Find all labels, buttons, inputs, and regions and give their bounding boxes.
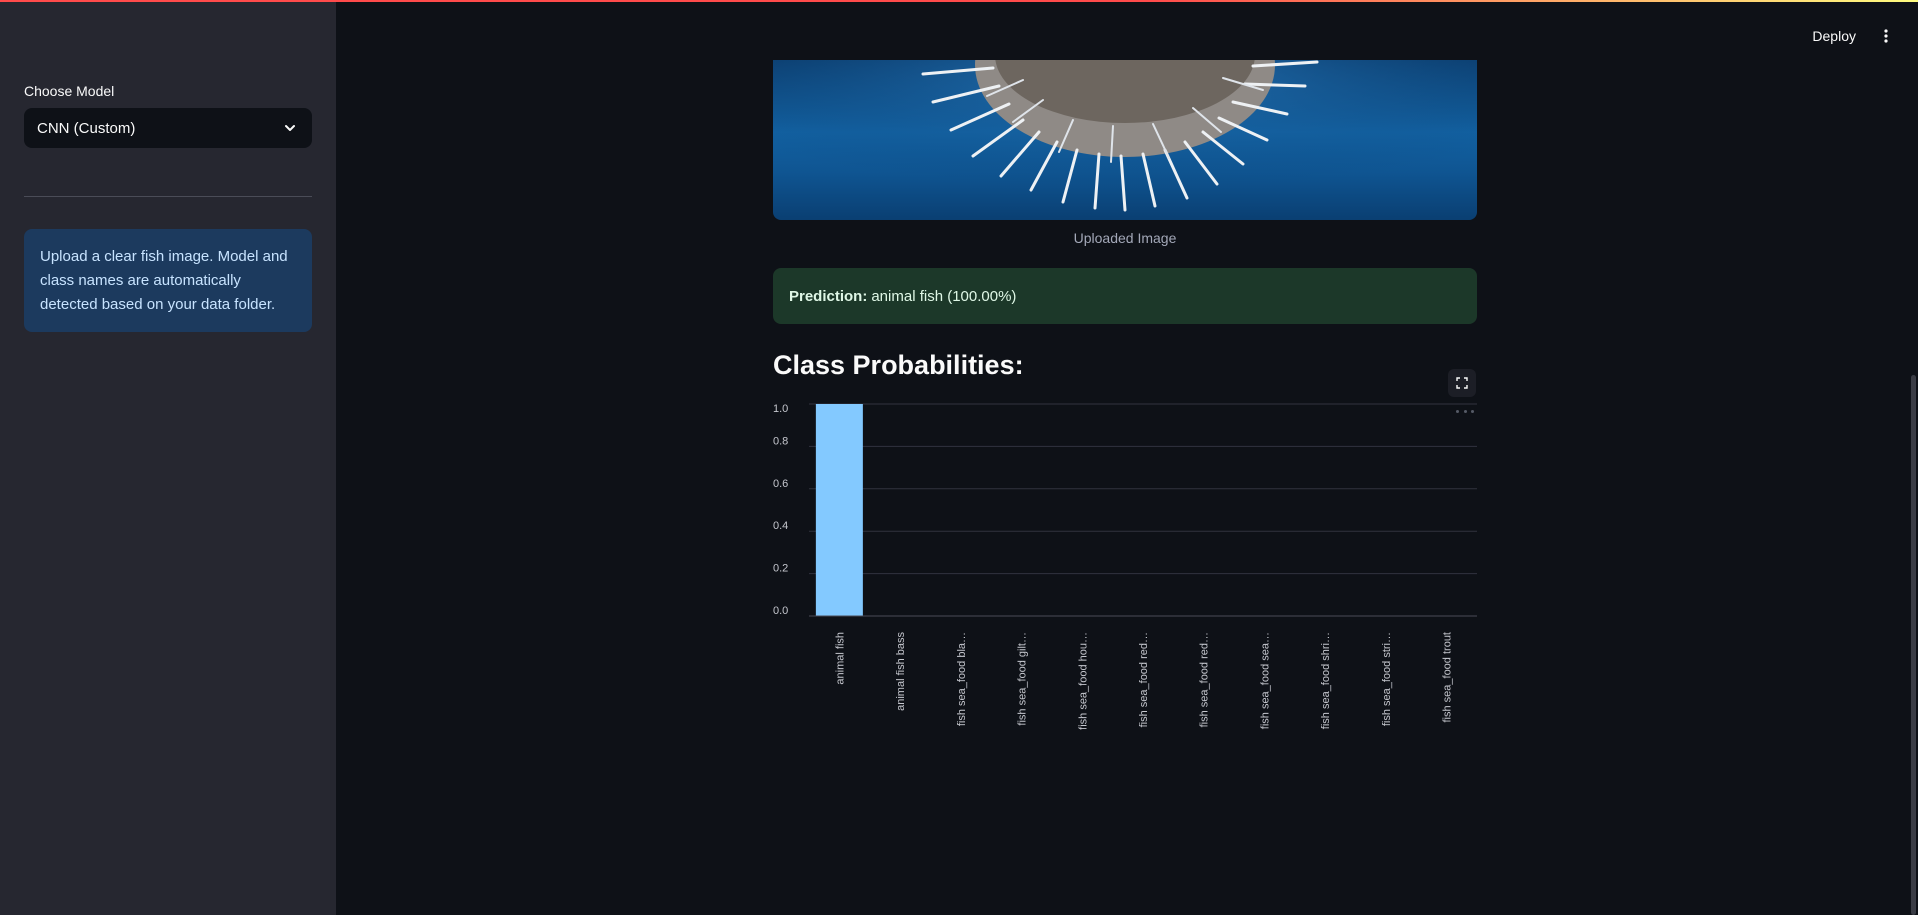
page-scrollbar[interactable]: [1911, 375, 1916, 915]
x-tick-label: fish sea_food gilt…: [1017, 632, 1029, 726]
prediction-value: animal fish (100.00%): [871, 287, 1017, 305]
bar-0[interactable]: [815, 404, 863, 616]
sidebar-divider: [24, 196, 312, 197]
y-tick-label: 0.2: [773, 563, 788, 575]
model-select[interactable]: CNN (Custom): [24, 108, 312, 148]
sidebar: Choose Model CNN (Custom) Upload a clear…: [0, 0, 336, 915]
top-decoration-bar: [0, 0, 1918, 2]
y-tick-label: 0.4: [773, 520, 788, 532]
fullscreen-icon: [1456, 377, 1468, 389]
x-tick-label: fish sea_food red…: [1138, 632, 1150, 727]
x-tick-label: fish sea_food trout: [1442, 632, 1454, 723]
header-actions: Deploy: [1738, 0, 1918, 72]
choose-model-label: Choose Model: [24, 83, 115, 99]
prediction-label: Prediction:: [789, 287, 868, 305]
class-probabilities-title: Class Probabilities:: [773, 350, 1024, 380]
x-tick-label: fish sea_food stri…: [1381, 632, 1393, 726]
x-tick-label: fish sea_food hou…: [1077, 632, 1089, 730]
uploaded-fish-image: [773, 60, 1477, 220]
model-select-value: CNN (Custom): [37, 119, 136, 137]
deploy-button[interactable]: Deploy: [1812, 28, 1856, 44]
y-tick-label: 0.6: [773, 478, 788, 490]
image-caption: Uploaded Image: [1073, 230, 1177, 246]
x-tick-label: fish sea_food red…: [1199, 632, 1211, 727]
x-tick-label: animal fish: [834, 632, 846, 685]
y-tick-label: 1.0: [773, 403, 788, 415]
class-probabilities-chart: 0.0 0.2 0.4 0.6 0.8 1.0 animal fish animal fish…: [773, 403, 1477, 730]
fullscreen-button[interactable]: [1448, 369, 1476, 397]
chevron-down-icon: [282, 120, 298, 136]
info-text: Upload a clear fish image. Model and cla…: [40, 248, 288, 313]
x-tick-label: fish sea_food shri…: [1320, 632, 1332, 729]
main-menu-icon[interactable]: [1876, 26, 1896, 46]
y-tick-label: 0.0: [773, 605, 788, 617]
x-tick-label: fish sea_food sea…: [1259, 632, 1271, 729]
x-tick-label: animal fish bass: [895, 632, 907, 711]
y-tick-label: 0.8: [773, 435, 788, 447]
prediction-alert: Prediction: animal fish (100.00%): [773, 268, 1477, 324]
x-tick-label: fish sea_food bla…: [956, 632, 968, 726]
info-box: Upload a clear fish image. Model and cla…: [24, 229, 312, 332]
